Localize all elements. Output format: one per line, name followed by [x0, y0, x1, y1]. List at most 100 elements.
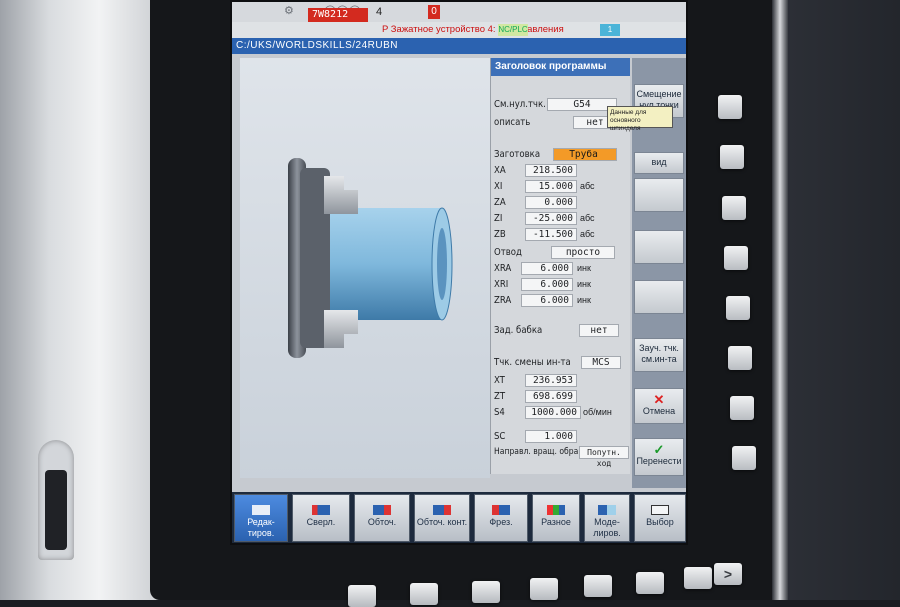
- edit-button[interactable]: Редак-тиров.: [234, 494, 288, 542]
- simulate-icon: [598, 505, 616, 515]
- row-xri: XRI 6.000 инк: [494, 278, 591, 291]
- view-button[interactable]: вид: [634, 152, 684, 174]
- xri-field[interactable]: 6.000: [521, 278, 573, 291]
- xra-field[interactable]: 6.000: [521, 262, 573, 275]
- vertical-hardkey-3[interactable]: [722, 196, 746, 220]
- row-zb: ZB -11.500 абс: [494, 228, 595, 241]
- horizontal-hardkey-4[interactable]: [530, 578, 558, 600]
- alarm-text: P Зажатное устройство 4: спад давления: [382, 24, 564, 35]
- zb-field[interactable]: -11.500: [525, 228, 577, 241]
- cancel-button[interactable]: ✕ Отмена: [634, 388, 684, 424]
- turn-label: Обточ.: [367, 517, 397, 527]
- nc-plc-icon: NC/PLC: [498, 24, 528, 36]
- misc-button[interactable]: Разное: [532, 494, 580, 542]
- background: [788, 0, 900, 600]
- vertical-hardkey-5[interactable]: [726, 296, 750, 320]
- counter: 4: [376, 6, 383, 18]
- contour-turn-icon: [433, 505, 451, 515]
- row-xi: XI 15.000 абс: [494, 180, 595, 193]
- vertical-hardkey-7[interactable]: [730, 396, 754, 420]
- misc-icon: [547, 505, 565, 515]
- accept-button[interactable]: ✓ Перенести: [634, 438, 684, 476]
- row-tool-change: Тчк. смены ин-та MCS: [491, 356, 631, 370]
- tailstock-field[interactable]: нет: [579, 324, 619, 337]
- alarm-line[interactable]: P Зажатное устройство 4: спад давления N…: [232, 22, 686, 38]
- mill-button[interactable]: Фрез.: [474, 494, 528, 542]
- direction-field[interactable]: Попутн. ход: [579, 446, 629, 468]
- chuck-jaw-top: [324, 176, 358, 214]
- program-path: C:/UKS/WORLDSKILLS/24RUBN: [232, 38, 686, 54]
- turn-button[interactable]: Обточ.: [354, 494, 410, 542]
- status-bar: ⚙ ◯◯◯ 7W8212 4 0: [232, 2, 686, 22]
- row-zi: ZI -25.000 абс: [494, 212, 595, 225]
- horizontal-hardkey-5[interactable]: [584, 575, 612, 597]
- horizontal-softkey-bar: Редак-тиров. Сверл. Обточ. Обточ. конт. …: [232, 492, 686, 543]
- workpiece-drawing: [288, 158, 453, 358]
- close-icon: ✕: [653, 392, 665, 407]
- row-xt: XT 236.953: [491, 374, 631, 388]
- misc-label: Разное: [541, 517, 571, 527]
- nc-select-icon: [651, 505, 669, 515]
- horizontal-hardkey-2[interactable]: [410, 583, 438, 605]
- chevron-right-icon[interactable]: >: [714, 563, 742, 585]
- select-button[interactable]: Выбор: [634, 494, 686, 542]
- turn-icon: [373, 505, 391, 515]
- row-blank: Заготовка Труба: [491, 148, 631, 162]
- xi-field[interactable]: 15.000: [525, 180, 577, 193]
- row-sc: SC 1.000: [491, 430, 631, 444]
- retract-field[interactable]: просто: [551, 246, 615, 259]
- simulate-label: Моде-лиров.: [593, 517, 621, 538]
- xt-field[interactable]: 236.953: [525, 374, 577, 387]
- select-label: Выбор: [646, 517, 674, 527]
- blank-type-field[interactable]: Труба: [553, 148, 617, 161]
- checkmark-icon: ✓: [653, 442, 665, 457]
- softkey-empty-5[interactable]: [634, 280, 684, 314]
- blank-preview: [240, 58, 490, 478]
- s4-field[interactable]: 1000.000: [525, 406, 581, 419]
- vertical-hardkey-8[interactable]: [732, 446, 756, 470]
- zi-field[interactable]: -25.000: [525, 212, 577, 225]
- row-zt: ZT 698.699: [491, 390, 631, 404]
- workpiece-bore: [437, 228, 447, 300]
- tool-change-field[interactable]: MCS: [581, 356, 621, 369]
- form-title: Заголовок программы: [491, 58, 630, 76]
- workpiece: [330, 208, 442, 320]
- vertical-hardkey-6[interactable]: [728, 346, 752, 370]
- zra-field[interactable]: 6.000: [521, 294, 573, 307]
- channel-icon: 1: [600, 24, 620, 36]
- row-retract: Отвод просто: [491, 246, 631, 260]
- row-xra: XRA 6.000 инк: [494, 262, 591, 275]
- mill-icon: [492, 505, 510, 515]
- alarm-badge: 0: [428, 5, 440, 19]
- drill-button[interactable]: Сверл.: [292, 494, 350, 542]
- channel-label: 7W8212: [308, 8, 368, 22]
- panel-edge: [772, 0, 788, 600]
- softkey-empty-3[interactable]: [634, 178, 684, 212]
- contour-turn-button[interactable]: Обточ. конт.: [414, 494, 470, 542]
- softkey-empty-4[interactable]: [634, 230, 684, 264]
- vertical-hardkey-1[interactable]: [718, 95, 742, 119]
- horizontal-hardkey-1[interactable]: [348, 585, 376, 607]
- row-zra: ZRA 6.000 инк: [494, 294, 591, 307]
- row-tailstock: Зад. бабка нет: [491, 324, 631, 338]
- hmi-screen: ⚙ ◯◯◯ 7W8212 4 0 P Зажатное устройство 4…: [230, 0, 688, 545]
- horizontal-hardkey-6[interactable]: [636, 572, 664, 594]
- edit-label: Редак-тиров.: [247, 517, 275, 538]
- za-field[interactable]: 0.000: [525, 196, 577, 209]
- xa-field[interactable]: 218.500: [525, 164, 577, 177]
- simulate-button[interactable]: Моде-лиров.: [584, 494, 630, 542]
- mill-label: Фрез.: [489, 517, 513, 527]
- teach-tool-change-button[interactable]: Зауч. тчк. см.ин-та: [634, 338, 684, 372]
- vertical-hardkey-2[interactable]: [720, 145, 744, 169]
- mode-icon: ⚙: [284, 5, 294, 17]
- horizontal-hardkey-7[interactable]: [684, 567, 712, 589]
- zt-field[interactable]: 698.699: [525, 390, 577, 403]
- bezel-slot-inner: [45, 470, 67, 550]
- drill-icon: [312, 505, 330, 515]
- row-za: ZA 0.000: [491, 196, 631, 210]
- row-xa: XA 218.500: [491, 164, 631, 178]
- row-direction: Направл. вращ. обра Попутн. ход: [491, 446, 631, 468]
- drill-label: Сверл.: [306, 517, 336, 527]
- sc-field[interactable]: 1.000: [525, 430, 577, 443]
- vertical-hardkey-4[interactable]: [724, 246, 748, 270]
